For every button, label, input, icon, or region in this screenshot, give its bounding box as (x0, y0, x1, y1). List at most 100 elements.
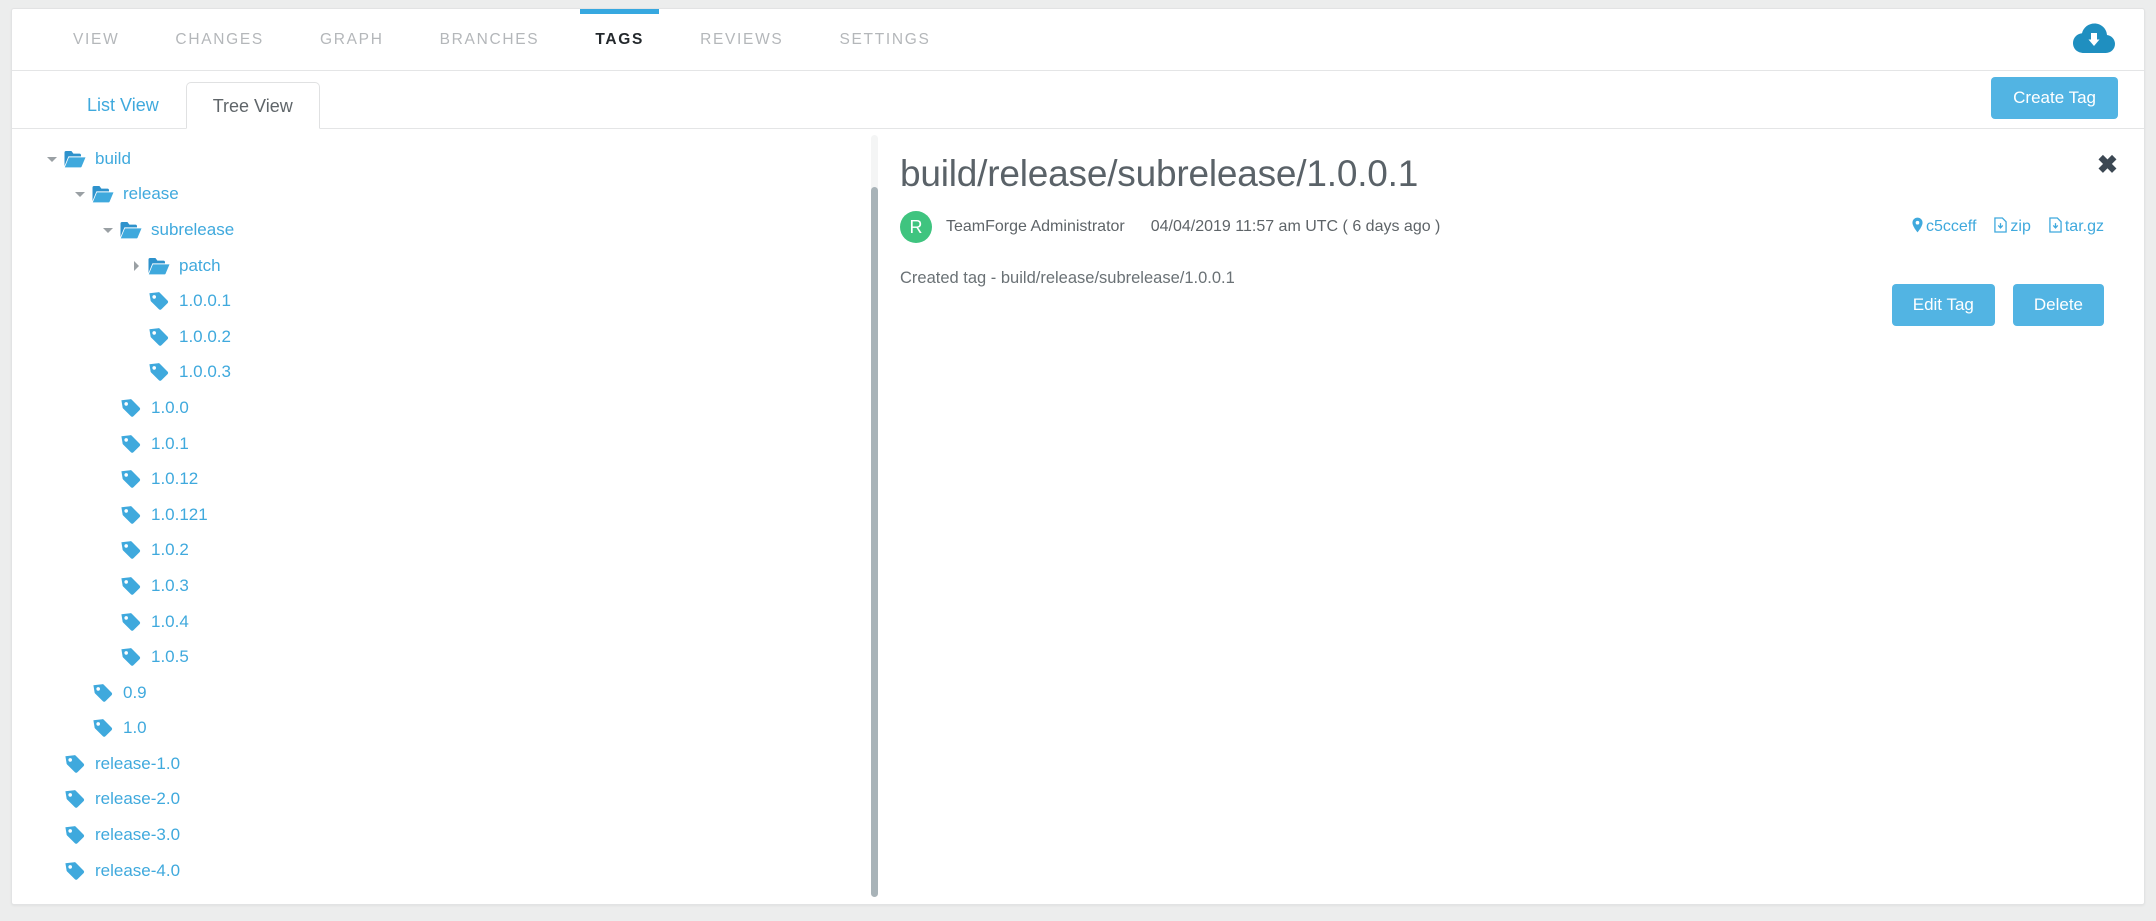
tag-icon (120, 612, 142, 632)
cloud-download-icon[interactable] (2072, 23, 2116, 57)
tag-detail-pane: build/release/subrelease/1.0.0.1 ✖ R Tea… (867, 129, 2144, 904)
commit-hash-link[interactable]: c5cceff (1912, 217, 1976, 238)
tag-icon (120, 469, 142, 489)
tag-icon (64, 789, 86, 809)
avatar: R (900, 211, 932, 243)
tree-node-label: 1.0.121 (151, 504, 208, 524)
commit-hash-label: c5cceff (1926, 218, 1977, 235)
tree-tag-1.0.0.1[interactable]: 1.0.0.1 (12, 283, 867, 319)
nav-tab-reviews[interactable]: REVIEWS (672, 9, 811, 70)
view-mode-tab-list: List View Tree View (12, 71, 2144, 129)
tree-node-label: 1.0 (123, 718, 147, 738)
tree-tag-release-3.0[interactable]: release-3.0 (12, 817, 867, 853)
tree-node-label: 1.0.1 (151, 433, 189, 453)
tree-tag-release-2.0[interactable]: release-2.0 (12, 782, 867, 818)
chevron-down-icon[interactable] (72, 186, 88, 202)
tag-icon (120, 434, 142, 454)
tree-node-label: 1.0.0.1 (179, 291, 231, 311)
tree-tag-release-4.0[interactable]: release-4.0 (12, 853, 867, 889)
tree-tag-1.0.0[interactable]: 1.0.0 (12, 390, 867, 426)
tag-icon (148, 291, 170, 311)
chevron-right-icon[interactable] (128, 258, 144, 274)
tree-folder-subrelease[interactable]: subrelease (12, 212, 867, 248)
tag-icon (120, 505, 142, 525)
tag-icon (92, 718, 114, 738)
tree-node-label: 1.0.0.2 (179, 326, 231, 346)
download-zip-link[interactable]: zip (1994, 216, 2031, 238)
nav-tab-tags[interactable]: TAGS (567, 9, 672, 70)
tree-tag-1.0.1[interactable]: 1.0.1 (12, 426, 867, 462)
tree-node-label: release-3.0 (95, 825, 181, 845)
tree-node-label: 0.9 (123, 682, 147, 702)
nav-tab-list: VIEW CHANGES GRAPH BRANCHES TAGS REVIEWS SETTI… (12, 9, 2144, 70)
chevron-down-icon[interactable] (100, 222, 116, 238)
tag-icon (64, 754, 86, 774)
tree-tag-0.9[interactable]: 0.9 (12, 675, 867, 711)
tag-meta-row: R TeamForge Administrator 04/04/2019 11:… (900, 211, 2104, 243)
tree-tag-1.0.121[interactable]: 1.0.121 (12, 497, 867, 533)
primary-navigation: VIEW CHANGES GRAPH BRANCHES TAGS REVIEWS SETTI… (12, 9, 2144, 71)
nav-tab-settings[interactable]: SETTINGS (811, 9, 958, 70)
edit-tag-button[interactable]: Edit Tag (1891, 284, 1995, 326)
tree-node-label: 1.0.3 (151, 575, 189, 595)
tree-tag-1.0.5[interactable]: 1.0.5 (12, 639, 867, 675)
folder-icon (120, 220, 142, 240)
close-icon[interactable]: ✖ (2097, 153, 2118, 178)
map-pin-icon (1912, 217, 1923, 238)
tree-node-label: 1.0.12 (151, 469, 199, 489)
view-mode-tabbar: List View Tree View Create Tag (12, 71, 2144, 129)
tree-node-label: release-4.0 (95, 860, 181, 880)
tag-icon (148, 327, 170, 347)
tag-icon (148, 362, 170, 382)
tree-node-label: release (123, 184, 179, 204)
tag-timestamp: 04/04/2019 11:57 am UTC ( 6 days ago ) (1150, 218, 1441, 235)
delete-tag-button[interactable]: Delete (2012, 284, 2104, 326)
tree-node-label: 1.0.5 (151, 647, 189, 667)
tree-node-label: patch (179, 255, 221, 275)
tree-tag-1.0[interactable]: 1.0 (12, 711, 867, 747)
folder-icon (64, 149, 86, 169)
tree-node-label: release-2.0 (95, 789, 181, 809)
folder-icon (148, 256, 170, 276)
download-targz-label: tar.gz (2064, 218, 2104, 235)
tree-tag-1.0.3[interactable]: 1.0.3 (12, 568, 867, 604)
nav-tab-graph[interactable]: GRAPH (292, 9, 412, 70)
tree-node-label: subrelease (151, 219, 235, 239)
tree-folder-patch[interactable]: patch (12, 248, 867, 284)
content-area: build release subrelease patch 1.0.0.1 1.0.0.… (12, 129, 2144, 904)
tree-tag-1.0.0.2[interactable]: 1.0.0.2 (12, 319, 867, 355)
nav-tab-branches[interactable]: BRANCHES (412, 9, 568, 70)
tag-action-buttons: Edit Tag Delete (1891, 284, 2104, 326)
tag-icon (120, 398, 142, 418)
create-tag-button[interactable]: Create Tag (1991, 77, 2118, 119)
file-download-icon (1994, 216, 2008, 238)
chevron-down-icon[interactable] (44, 151, 60, 167)
tree-node-label: 1.0.2 (151, 540, 189, 560)
view-tab-list-view[interactable]: List View (60, 81, 186, 128)
tree-node-label: 1.0.4 (151, 611, 189, 631)
tag-icon (64, 861, 86, 881)
tree-node-label: 1.0.0.3 (179, 362, 231, 382)
tree-node-label: release-1.0 (95, 753, 181, 773)
tree-folder-release[interactable]: release (12, 177, 867, 213)
tree-folder-build[interactable]: build (12, 141, 867, 177)
download-zip-label: zip (2010, 218, 2031, 235)
tag-tree-pane: build release subrelease patch 1.0.0.1 1.0.0.… (12, 129, 867, 904)
nav-tab-changes[interactable]: CHANGES (147, 9, 292, 70)
tree-tag-1.0.4[interactable]: 1.0.4 (12, 604, 867, 640)
tree-node-label: 1.0.0 (151, 397, 189, 417)
tag-detail-title: build/release/subrelease/1.0.0.1 (900, 153, 1419, 194)
tag-author: TeamForge Administrator (946, 218, 1125, 235)
tree-tag-release-1.0[interactable]: release-1.0 (12, 746, 867, 782)
tree-node-label: build (95, 148, 131, 168)
folder-icon (92, 184, 114, 204)
tag-meta-links: c5cceff zip tar.gz (1912, 216, 2104, 238)
tree-tag-1.0.0.3[interactable]: 1.0.0.3 (12, 355, 867, 391)
download-targz-link[interactable]: tar.gz (2049, 216, 2104, 238)
tree-tag-1.0.2[interactable]: 1.0.2 (12, 533, 867, 569)
tags-page-card: VIEW CHANGES GRAPH BRANCHES TAGS REVIEWS SETTI… (11, 8, 2145, 905)
tag-icon (120, 647, 142, 667)
view-tab-tree-view[interactable]: Tree View (185, 82, 320, 129)
tree-tag-1.0.12[interactable]: 1.0.12 (12, 461, 867, 497)
nav-tab-view[interactable]: VIEW (45, 9, 147, 70)
